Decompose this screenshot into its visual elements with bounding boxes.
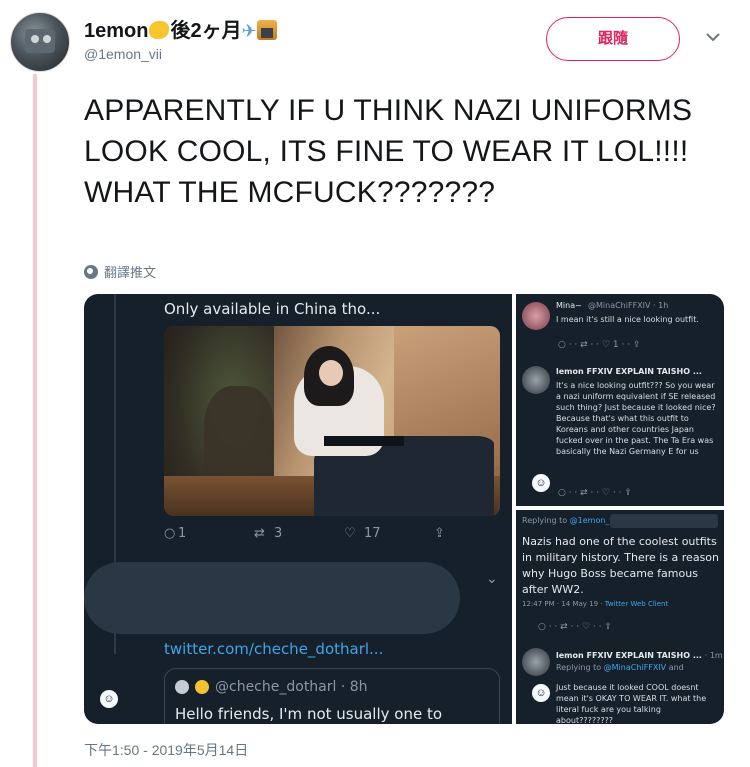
reply3-name: lemon FFXIV EXPLAIN TAISHO ... · 1m (556, 651, 723, 660)
quoted-tweet: @cheche_dotharl · 8h Hello friends, I'm … (164, 668, 500, 724)
chevron-down-icon[interactable] (703, 27, 723, 47)
media-grid[interactable]: Only available in China tho... ○ 1 ⇄ 3 ♡… (84, 294, 724, 724)
retweet-icon: ⇄ (254, 526, 265, 541)
reply2-name: lemon FFXIV EXPLAIN TAISHO ... (556, 367, 702, 376)
like-icon: ♡ (344, 526, 356, 541)
translate-tweet-link[interactable]: 翻譯推文 (84, 262, 156, 281)
chevron-down-icon: ⌄ (486, 570, 498, 586)
embedded-link: twitter.com/cheche_dotharl... (164, 640, 384, 658)
globe-icon (84, 264, 98, 279)
smiley-icon: ☺ (532, 684, 550, 702)
flower-emoji-icon (195, 680, 209, 694)
tweet-timestamp[interactable]: 下午1:50 - 2019年5月14日 (84, 740, 248, 760)
media-image-right-bottom[interactable]: Replying to @1emon_vii and Nazis had one… (516, 510, 724, 724)
game-screenshot (164, 326, 500, 516)
reply-icon: ○ (164, 526, 176, 541)
reply-actions: ○ · · ⇄ · · ♡ · · ⇪ (538, 622, 612, 632)
reply-count: 1 (178, 526, 187, 541)
embedded-actions: ○ 1 ⇄ 3 ♡ 17 ⇪ (164, 526, 464, 546)
redacted-tweet (84, 562, 460, 634)
quote-body: Hello friends, I'm not usually one to (175, 705, 443, 723)
avatar-icon (522, 366, 550, 394)
share-icon: ⇪ (434, 526, 445, 541)
avatar-icon (522, 648, 550, 676)
media-image-right-top[interactable]: Mina~ @MinaChiFFXIV · 1h I mean it's sti… (516, 294, 724, 506)
airplane-emoji-icon: ✈ (241, 21, 257, 41)
tweet-text: APPARENTLY IF U THINK NAZI UNIFORMS LOOK… (84, 94, 693, 209)
smiley-icon: ☺ (532, 474, 550, 492)
reply2-text: It's a nice looking outfit??? So you wea… (556, 381, 716, 456)
reply1-meta: @MinaChiFFXIV · 1h (588, 301, 669, 310)
redacted-handle (610, 514, 718, 528)
reply1-actions: ○ · · ⇄ · · ♡ 1 · · ⇪ (558, 340, 641, 350)
cityscape-emoji-icon (256, 20, 277, 40)
reply3-replying: Replying to @MinaChiFFXIV and (556, 663, 684, 672)
avatar-icon (522, 302, 550, 330)
reply3-text: Just because it looked COOL doesnt mean … (556, 683, 707, 724)
reply-body: Nazis had one of the coolest outfits in … (522, 535, 719, 596)
like-count: 17 (364, 526, 381, 541)
avatar-icon (175, 680, 189, 694)
tweet-header: 1emon 後2ヶ月✈ @1emon_vii 跟隨 (0, 0, 750, 80)
user-handle[interactable]: @1emon_vii (84, 46, 162, 62)
reply1-text: I mean it's still a nice looking outfit. (556, 315, 699, 324)
reply2-actions: ○ · · ⇄ · · ♡ · · ⇪ (558, 488, 632, 498)
media-image-left[interactable]: Only available in China tho... ○ 1 ⇄ 3 ♡… (84, 294, 512, 724)
retweet-count: 3 (274, 526, 283, 541)
display-name-text: 1emon (84, 20, 149, 42)
follow-button[interactable]: 跟隨 (546, 17, 680, 61)
embedded-caption: Only available in China tho... (164, 300, 381, 318)
translate-label: 翻譯推文 (104, 265, 157, 280)
reply-timestamp: 12:47 PM · 14 May 19 · Twitter Web Clien… (522, 600, 669, 608)
quote-handle: @cheche_dotharl · 8h (215, 679, 368, 695)
smiley-icon: ☺ (100, 690, 118, 708)
avatar[interactable] (10, 12, 70, 72)
lemon-emoji-icon (149, 21, 170, 39)
reply1-name: Mina~ (556, 301, 582, 310)
display-name[interactable]: 1emon 後2ヶ月✈ (84, 14, 277, 43)
thread-connector (33, 74, 37, 767)
display-name-suffix: 後2ヶ月 (170, 20, 242, 42)
